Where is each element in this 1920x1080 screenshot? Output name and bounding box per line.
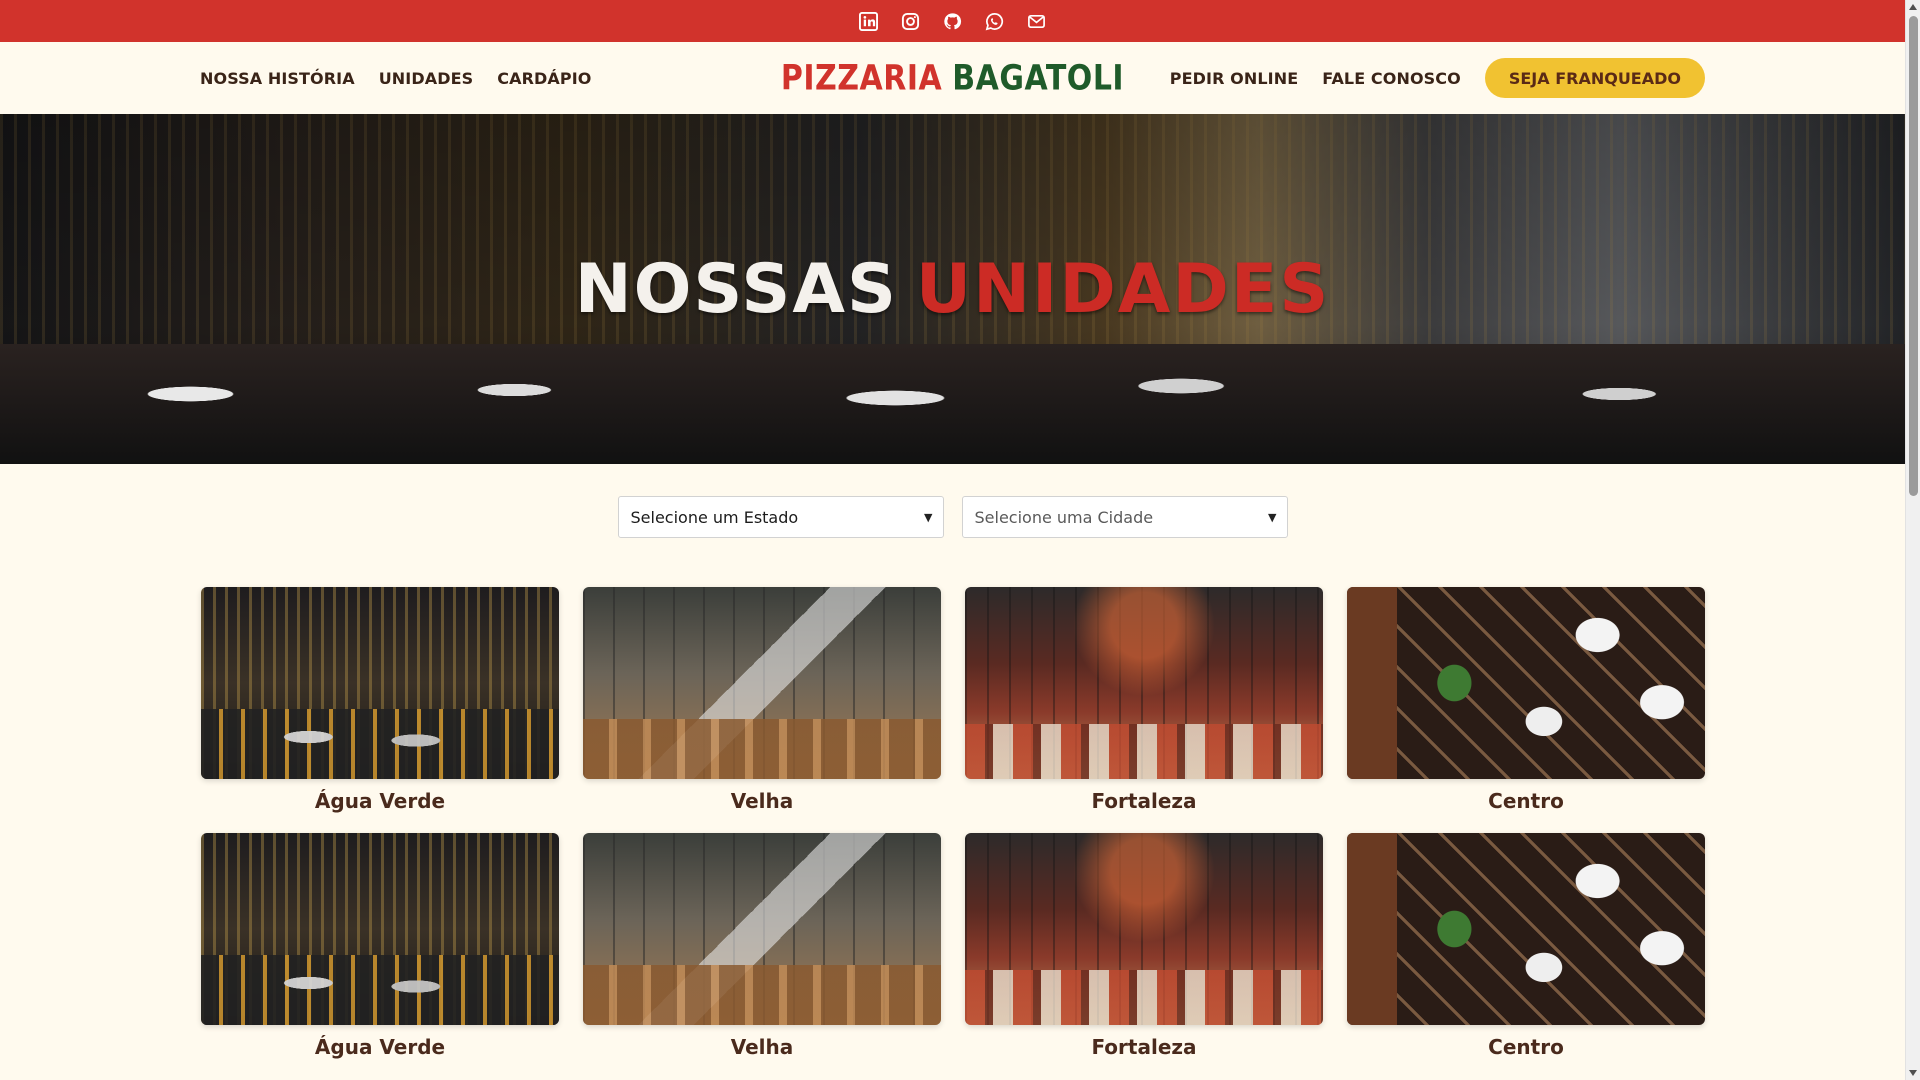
unit-photo (1347, 587, 1705, 779)
unit-photo (965, 833, 1323, 1025)
nav-link-cardapio[interactable]: CARDÁPIO (497, 69, 591, 88)
instagram-icon[interactable] (901, 11, 921, 31)
nav-link-unidades[interactable]: UNIDADES (379, 69, 474, 88)
logo-word-pizzaria: PIZZARIA (780, 57, 943, 99)
unit-card[interactable]: Centro (1347, 833, 1705, 1059)
nav-link-pedir-online[interactable]: PEDIR ONLINE (1170, 69, 1298, 88)
unit-card[interactable]: Velha (583, 587, 941, 813)
hero-title-part2: UNIDADES (915, 249, 1331, 329)
social-bar (0, 0, 1905, 42)
whatsapp-icon[interactable] (985, 11, 1005, 31)
main-navbar: NOSSA HISTÓRIA UNIDADES CARDÁPIO PIZZARI… (0, 42, 1905, 114)
page-scrollbar[interactable] (1905, 0, 1920, 1080)
scrollbar-thumb[interactable] (1909, 16, 1918, 496)
unit-card[interactable]: Velha (583, 833, 941, 1059)
unit-card[interactable]: Fortaleza (965, 587, 1323, 813)
logo-word-bagatoli: BAGATOLI (952, 57, 1125, 99)
unit-card[interactable]: Água Verde (201, 833, 559, 1059)
state-select[interactable]: Selecione um Estado ▼ (617, 496, 944, 538)
github-icon[interactable] (943, 11, 963, 31)
nav-left-group: NOSSA HISTÓRIA UNIDADES CARDÁPIO (200, 42, 591, 114)
city-select-value: Selecione uma Cidade (974, 507, 1154, 527)
unit-name: Centro (1488, 1035, 1564, 1059)
hero-title-part1: NOSSAS (574, 249, 898, 329)
nav-link-fale-conosco[interactable]: FALE CONOSCO (1322, 69, 1461, 88)
hero-title: NOSSAS UNIDADES (0, 114, 1905, 464)
unit-name: Água Verde (314, 1035, 446, 1059)
unit-name: Fortaleza (1091, 1035, 1197, 1059)
unit-photo (583, 833, 941, 1025)
unit-name: Velha (730, 1035, 794, 1059)
franchise-cta-button[interactable]: SEJA FRANQUEADO (1484, 58, 1705, 98)
unit-card[interactable]: Água Verde (201, 587, 559, 813)
chevron-down-icon: ▼ (1268, 510, 1277, 524)
unit-name: Água Verde (314, 789, 446, 813)
unit-name: Centro (1488, 789, 1564, 813)
unit-photo (965, 587, 1323, 779)
scroll-up-icon[interactable] (1909, 4, 1917, 10)
nav-link-nossa-historia[interactable]: NOSSA HISTÓRIA (200, 69, 355, 88)
unit-name: Velha (730, 789, 794, 813)
unit-card[interactable]: Centro (1347, 587, 1705, 813)
linkedin-icon[interactable] (859, 11, 879, 31)
state-select-value: Selecione um Estado (630, 507, 799, 527)
hero-banner: NOSSAS UNIDADES (0, 114, 1905, 464)
mail-icon[interactable] (1027, 11, 1047, 31)
unit-name: Fortaleza (1091, 789, 1197, 813)
location-filters: Selecione um Estado ▼ Selecione uma Cida… (0, 496, 1905, 538)
unit-photo (201, 833, 559, 1025)
unit-photo (583, 587, 941, 779)
nav-right-group: PEDIR ONLINE FALE CONOSCO SEJA FRANQUEAD… (1170, 42, 1705, 114)
chevron-down-icon: ▼ (924, 510, 933, 524)
unit-photo (1347, 833, 1705, 1025)
units-grid: Água Verde Velha Fortaleza Centro Água V… (201, 587, 1705, 1059)
unit-card[interactable]: Fortaleza (965, 833, 1323, 1059)
scroll-down-icon[interactable] (1909, 1070, 1917, 1076)
unit-photo (201, 587, 559, 779)
city-select[interactable]: Selecione uma Cidade ▼ (961, 496, 1288, 538)
